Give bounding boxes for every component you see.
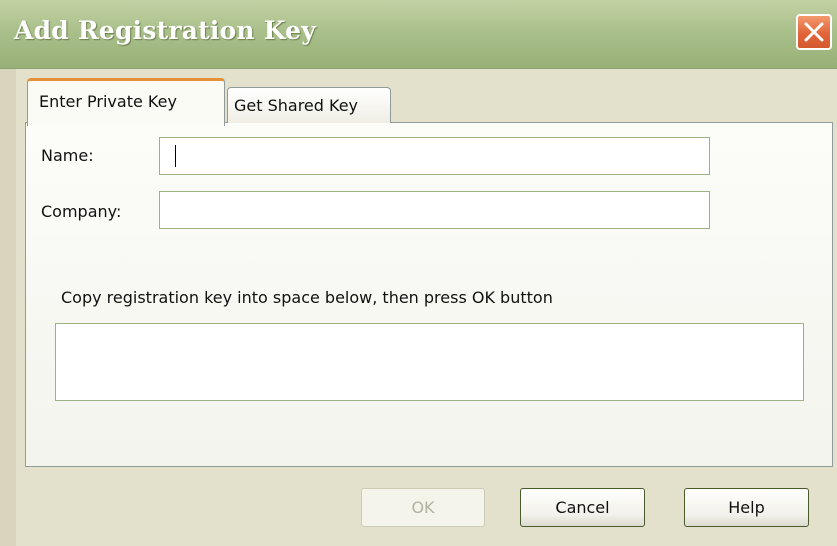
company-input[interactable]: [159, 191, 710, 229]
name-input[interactable]: [159, 137, 710, 175]
help-button[interactable]: Help: [684, 488, 809, 527]
title-bar[interactable]: Add Registration Key: [0, 0, 837, 69]
ok-button[interactable]: OK: [361, 488, 485, 527]
registration-key-input[interactable]: [55, 323, 804, 401]
cancel-button[interactable]: Cancel: [520, 488, 645, 527]
close-button[interactable]: [796, 14, 832, 50]
tab-get-shared-key[interactable]: Get Shared Key: [227, 87, 391, 123]
company-label: Company:: [41, 202, 122, 221]
dialog-window: Add Registration Key Enter Private Key G…: [0, 0, 837, 546]
name-label: Name:: [41, 146, 94, 165]
close-icon: [804, 22, 824, 42]
instruction-text: Copy registration key into space below, …: [61, 288, 553, 307]
text-cursor: [175, 145, 176, 167]
window-frame: [0, 69, 16, 546]
tab-enter-private-key[interactable]: Enter Private Key: [27, 78, 225, 126]
window-title: Add Registration Key: [14, 16, 316, 45]
